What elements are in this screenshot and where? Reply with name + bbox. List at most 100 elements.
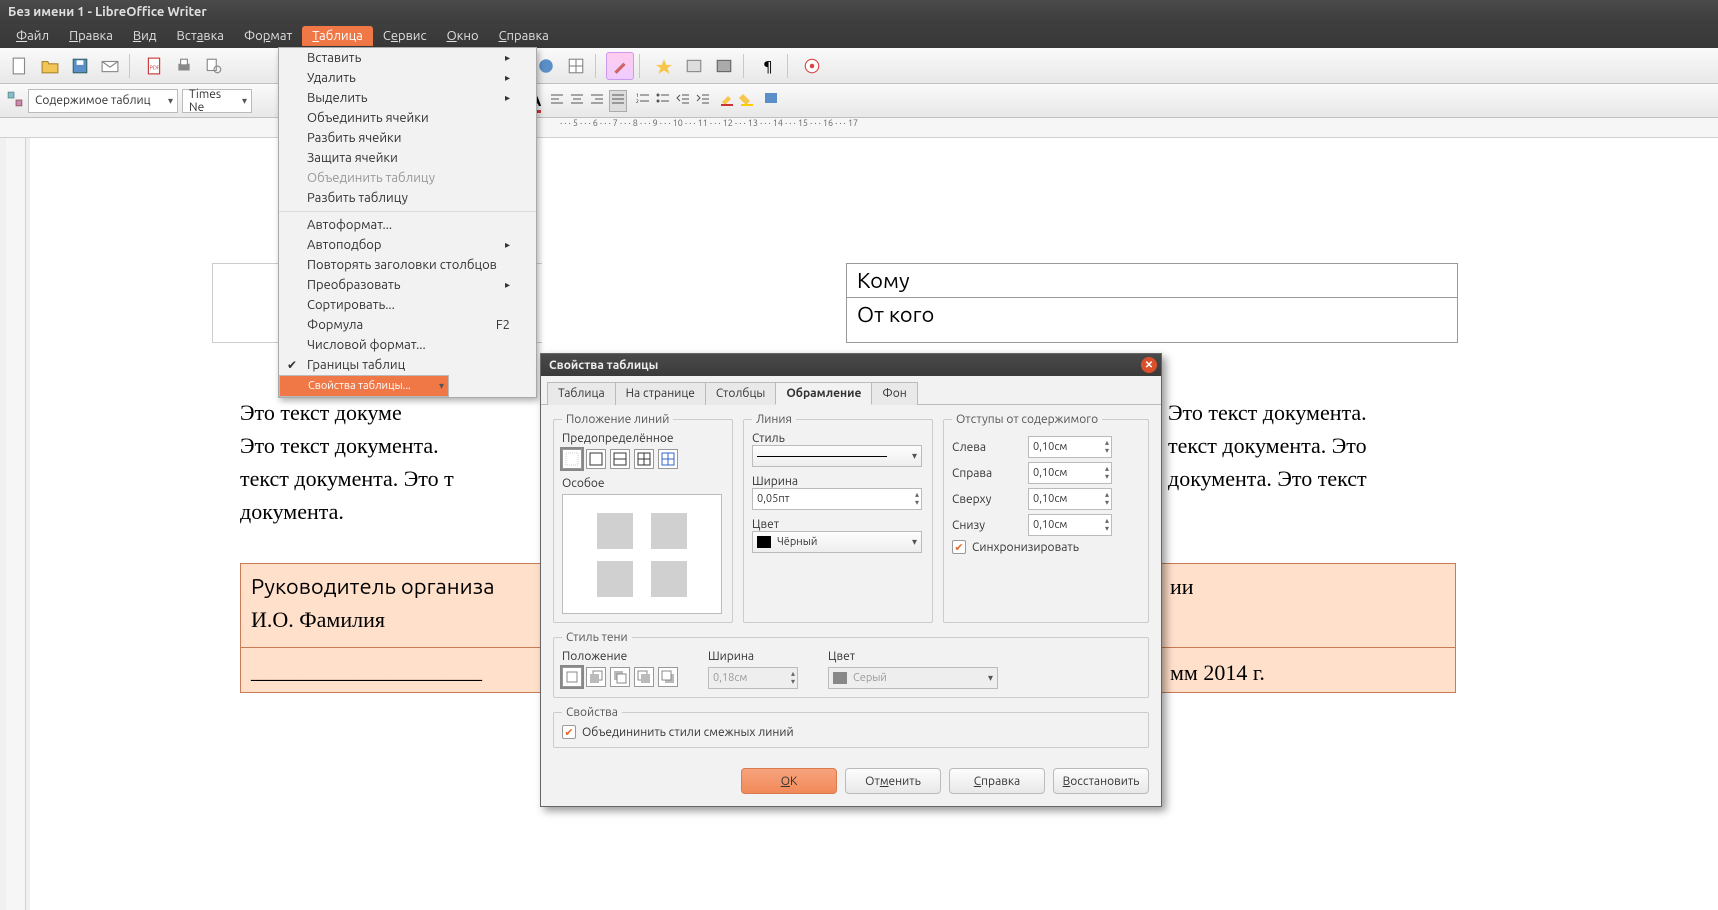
shadow-tr[interactable] [658, 667, 678, 687]
mi-autoformat[interactable]: Автоформат... [279, 215, 536, 235]
mi-select[interactable]: Выделить [279, 88, 536, 108]
table-cell-r1[interactable]: ии [1170, 570, 1194, 603]
mi-merge-cells[interactable]: Объединить ячейки [279, 108, 536, 128]
shadow-bl[interactable] [586, 667, 606, 687]
email-icon[interactable] [96, 52, 124, 80]
mi-table-properties[interactable]: Свойства таблицы... [279, 375, 449, 397]
increase-indent-icon[interactable] [695, 91, 711, 111]
restore-button[interactable]: Восстановить [1053, 768, 1149, 794]
menu-edit[interactable]: Правка [59, 26, 123, 46]
gallery-icon[interactable] [680, 52, 708, 80]
menu-help[interactable]: Справка [489, 26, 559, 46]
top-spin[interactable]: 0,10см [1028, 488, 1112, 510]
mi-convert[interactable]: Преобразовать [279, 275, 536, 295]
cancel-button[interactable]: Отменить [845, 768, 941, 794]
mi-formula[interactable]: ФормулаF2 [279, 315, 536, 335]
style-label: Стиль [752, 432, 924, 445]
left-label: Слева [952, 441, 1022, 454]
body-text-right[interactable]: Это текст документа.текст документа. Это… [1168, 396, 1458, 495]
font-name-combo[interactable]: Times Ne [182, 89, 252, 113]
mi-protect-cell[interactable]: Защита ячейки [279, 148, 536, 168]
save-icon[interactable] [66, 52, 94, 80]
mi-autofit[interactable]: Автоподбор [279, 235, 536, 255]
help-button[interactable]: Справка [949, 768, 1045, 794]
sh-width-spin: 0,18см [708, 667, 798, 689]
decrease-indent-icon[interactable] [675, 91, 691, 111]
mi-sort[interactable]: Сортировать... [279, 295, 536, 315]
menu-tools[interactable]: Сервис [373, 26, 437, 46]
sync-checkbox[interactable]: ✔Синхронизировать [952, 540, 1140, 554]
bullet-list-icon[interactable] [655, 91, 671, 111]
align-left-icon[interactable] [549, 91, 565, 111]
dialog-titlebar[interactable]: Свойства таблицы ✕ [541, 354, 1161, 376]
table-cell[interactable]: Кому [847, 264, 1457, 298]
style-select[interactable] [752, 445, 922, 467]
menu-insert[interactable]: Вставка [166, 26, 233, 46]
mi-delete[interactable]: Удалить [279, 68, 536, 88]
tab-background[interactable]: Фон [871, 382, 917, 405]
open-icon[interactable] [36, 52, 64, 80]
print-icon[interactable] [170, 52, 198, 80]
pdf-icon[interactable]: PDF [140, 52, 168, 80]
preset-grid[interactable] [634, 449, 654, 469]
shadow-tl[interactable] [610, 667, 630, 687]
table-cell-r3[interactable]: мм 2014 г. [1170, 656, 1265, 689]
color-select[interactable]: Чёрный [752, 531, 922, 553]
highlight-color-icon[interactable] [719, 91, 735, 111]
tab-on-page[interactable]: На странице [615, 382, 706, 405]
left-spin[interactable]: 0,10см [1028, 436, 1112, 458]
preset-box[interactable] [586, 449, 606, 469]
table-icon[interactable] [562, 52, 590, 80]
menu-file[interactable]: Файл [6, 26, 59, 46]
mi-split-cells[interactable]: Разбить ячейки [279, 128, 536, 148]
close-icon[interactable]: ✕ [1141, 357, 1157, 373]
mi-insert[interactable]: Вставить [279, 48, 536, 68]
custom-border-preview[interactable] [562, 494, 722, 614]
navigator-icon[interactable] [650, 52, 678, 80]
styles-window-icon[interactable] [6, 90, 24, 112]
preset-box-h[interactable] [610, 449, 630, 469]
table-cell-l3[interactable]: _____________________ [251, 654, 482, 686]
tab-table[interactable]: Таблица [547, 382, 616, 405]
numbered-list-icon[interactable]: 12 [635, 91, 651, 111]
tab-borders[interactable]: Обрамление [775, 382, 872, 405]
mi-number-format[interactable]: Числовой формат... [279, 335, 536, 355]
preset-grid-inner[interactable] [658, 449, 678, 469]
align-center-icon[interactable] [569, 91, 585, 111]
color-label: Цвет [752, 518, 924, 531]
menu-window[interactable]: Окно [437, 26, 489, 46]
preview-icon[interactable] [200, 52, 228, 80]
width-spin[interactable]: 0,05пт [752, 488, 922, 510]
datasource-icon[interactable] [710, 52, 738, 80]
styles-icon[interactable] [606, 52, 634, 80]
preset-none[interactable] [562, 449, 582, 469]
right-spin[interactable]: 0,10см [1028, 462, 1112, 484]
mi-split-table[interactable]: Разбить таблицу [279, 188, 536, 208]
mi-repeat-headings[interactable]: Повторять заголовки столбцов [279, 255, 536, 275]
shadow-br[interactable] [634, 667, 654, 687]
window-title: Без имени 1 - LibreOffice Writer [8, 5, 207, 19]
menu-table[interactable]: Таблица [302, 26, 373, 46]
mi-table-borders[interactable]: Границы таблиц [279, 355, 536, 375]
align-right-icon[interactable] [589, 91, 605, 111]
format-toolbar: Содержимое таблиц Times Ne A 12 [0, 84, 1718, 118]
paragraph-bgcolor-icon[interactable] [763, 91, 779, 111]
table-properties-dialog: Свойства таблицы ✕ Таблица На странице С… [540, 353, 1162, 807]
bottom-spin[interactable]: 0,10см [1028, 514, 1112, 536]
tab-columns[interactable]: Столбцы [705, 382, 776, 405]
paragraph-style-combo[interactable]: Содержимое таблиц [28, 89, 178, 113]
body-text-left[interactable]: Это текст докумеЭто текст документа. тек… [240, 396, 540, 528]
menu-format[interactable]: Формат [234, 26, 302, 46]
help-icon[interactable] [798, 52, 826, 80]
table-cell[interactable]: От кого [847, 298, 1457, 331]
menu-view[interactable]: Вид [123, 26, 167, 46]
doc-table-1[interactable]: Кому От кого [846, 263, 1458, 343]
ok-button[interactable]: ОК [741, 768, 837, 794]
shadow-none[interactable] [562, 667, 582, 687]
line-legend: Линия [752, 413, 796, 426]
nonprint-icon[interactable]: ¶ [754, 52, 782, 80]
new-doc-icon[interactable] [6, 52, 34, 80]
merge-styles-checkbox[interactable]: ✔Объедининить стили смежных линий [562, 725, 1140, 739]
background-color-icon[interactable] [739, 91, 755, 111]
align-justify-icon[interactable] [609, 90, 627, 112]
